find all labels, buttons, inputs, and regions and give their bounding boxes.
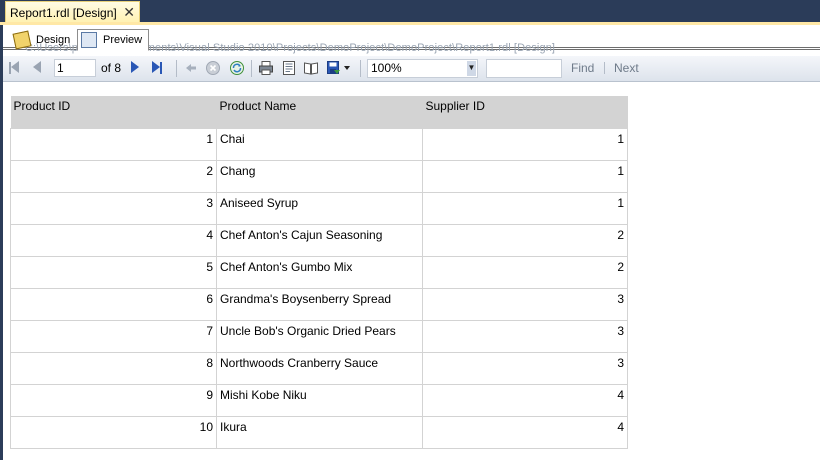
- supplier-id-cell: 1: [422, 159, 628, 193]
- product-name-cell: Uncle Bob's Organic Dried Pears: [216, 319, 423, 353]
- total-pages: 8: [114, 61, 122, 75]
- supplier-id-cell: 2: [422, 255, 628, 289]
- find-input[interactable]: [486, 59, 562, 78]
- view-tab-strip: C:\Users\prdmart3\Documents\Visual Studi…: [3, 25, 820, 54]
- column-header-supplier-id: Supplier ID: [422, 96, 628, 128]
- tab-preview-label: Preview: [103, 34, 143, 46]
- table-row: 3 Aniseed Syrup 1: [10, 191, 628, 225]
- export-dropdown-icon[interactable]: [344, 66, 350, 70]
- product-name-cell: Ikura: [216, 415, 423, 449]
- zoom-value: 100%: [371, 61, 402, 75]
- page-setup-icon[interactable]: [303, 60, 319, 76]
- page-number-input[interactable]: 1: [54, 59, 96, 77]
- print-icon[interactable]: [258, 60, 274, 76]
- report-designer: C:\Users\prdmart3\Documents\Visual Studi…: [3, 25, 820, 460]
- stop-icon[interactable]: [205, 60, 221, 76]
- product-id-cell: 4: [10, 223, 217, 257]
- supplier-id-cell: 1: [422, 191, 628, 225]
- toolbar-separator: [360, 60, 361, 77]
- table-row: 8 Northwoods Cranberry Sauce 3: [10, 351, 628, 385]
- page-count-label: of 8: [101, 61, 121, 75]
- report-toolbar: 1 of 8 100% ▼ Find Next: [3, 56, 820, 82]
- product-name-cell: Northwoods Cranberry Sauce: [216, 351, 423, 385]
- table-header-row: Product ID Product Name Supplier ID: [10, 96, 628, 128]
- last-page-icon[interactable]: [152, 61, 162, 75]
- tab-design-label: Design: [36, 34, 71, 46]
- first-page-icon[interactable]: [9, 61, 19, 75]
- table-row: 2 Chang 1: [10, 159, 628, 193]
- table-row: 5 Chef Anton's Gumbo Mix 2: [10, 255, 628, 289]
- product-id-cell: 2: [10, 159, 217, 193]
- document-tab-label: Report1.rdl [Design]: [10, 5, 117, 20]
- design-icon: [12, 30, 32, 50]
- zoom-select[interactable]: 100% ▼: [367, 59, 478, 78]
- close-icon[interactable]: ✕: [123, 4, 135, 21]
- supplier-id-cell: 1: [422, 127, 628, 161]
- refresh-icon[interactable]: [229, 60, 245, 76]
- product-id-cell: 8: [10, 351, 217, 385]
- product-name-cell: Chef Anton's Gumbo Mix: [216, 255, 423, 289]
- supplier-id-cell: 4: [422, 383, 628, 417]
- toolbar-separator: [176, 60, 177, 77]
- table-row: 1 Chai 1: [10, 127, 628, 161]
- supplier-id-cell: 4: [422, 415, 628, 449]
- product-name-cell: Aniseed Syrup: [216, 191, 423, 225]
- product-name-cell: Grandma's Boysenberry Spread: [216, 287, 423, 321]
- previous-page-icon[interactable]: [33, 61, 41, 75]
- product-name-cell: Chang: [216, 159, 423, 193]
- print-layout-icon[interactable]: [281, 60, 297, 76]
- back-icon[interactable]: [183, 60, 199, 76]
- preview-icon: [81, 32, 97, 48]
- supplier-id-cell: 3: [422, 351, 628, 385]
- of-label: of: [101, 61, 112, 75]
- export-icon[interactable]: [326, 60, 342, 76]
- table-row: 4 Chef Anton's Cajun Seasoning 2: [10, 223, 628, 257]
- table-row: 7 Uncle Bob's Organic Dried Pears 3: [10, 319, 628, 353]
- product-id-cell: 7: [10, 319, 217, 353]
- supplier-id-cell: 3: [422, 319, 628, 353]
- find-next-button[interactable]: Next: [614, 61, 639, 75]
- chevron-down-icon[interactable]: ▼: [467, 61, 476, 76]
- supplier-id-cell: 3: [422, 287, 628, 321]
- product-id-cell: 10: [10, 415, 217, 449]
- column-header-product-name: Product Name: [216, 96, 423, 128]
- report-table: Product ID Product Name Supplier ID 1 Ch…: [10, 96, 628, 449]
- tab-design[interactable]: Design: [11, 29, 75, 51]
- supplier-id-cell: 2: [422, 223, 628, 257]
- find-button[interactable]: Find: [571, 61, 594, 75]
- product-name-cell: Mishi Kobe Niku: [216, 383, 423, 417]
- column-header-product-id: Product ID: [10, 96, 217, 128]
- product-name-cell: Chai: [216, 127, 423, 161]
- table-row: 6 Grandma's Boysenberry Spread 3: [10, 287, 628, 321]
- tab-preview[interactable]: Preview: [77, 29, 149, 51]
- product-name-cell: Chef Anton's Cajun Seasoning: [216, 223, 423, 257]
- table-row: 9 Mishi Kobe Niku 4: [10, 383, 628, 417]
- product-id-cell: 5: [10, 255, 217, 289]
- find-separator: [604, 62, 605, 74]
- next-page-icon[interactable]: [131, 61, 139, 75]
- product-id-cell: 3: [10, 191, 217, 225]
- product-id-cell: 9: [10, 383, 217, 417]
- product-id-cell: 6: [10, 287, 217, 321]
- toolbar-separator: [251, 60, 252, 77]
- product-id-cell: 1: [10, 127, 217, 161]
- table-row: 10 Ikura 4: [10, 415, 628, 449]
- document-tab[interactable]: Report1.rdl [Design] ✕: [5, 1, 140, 23]
